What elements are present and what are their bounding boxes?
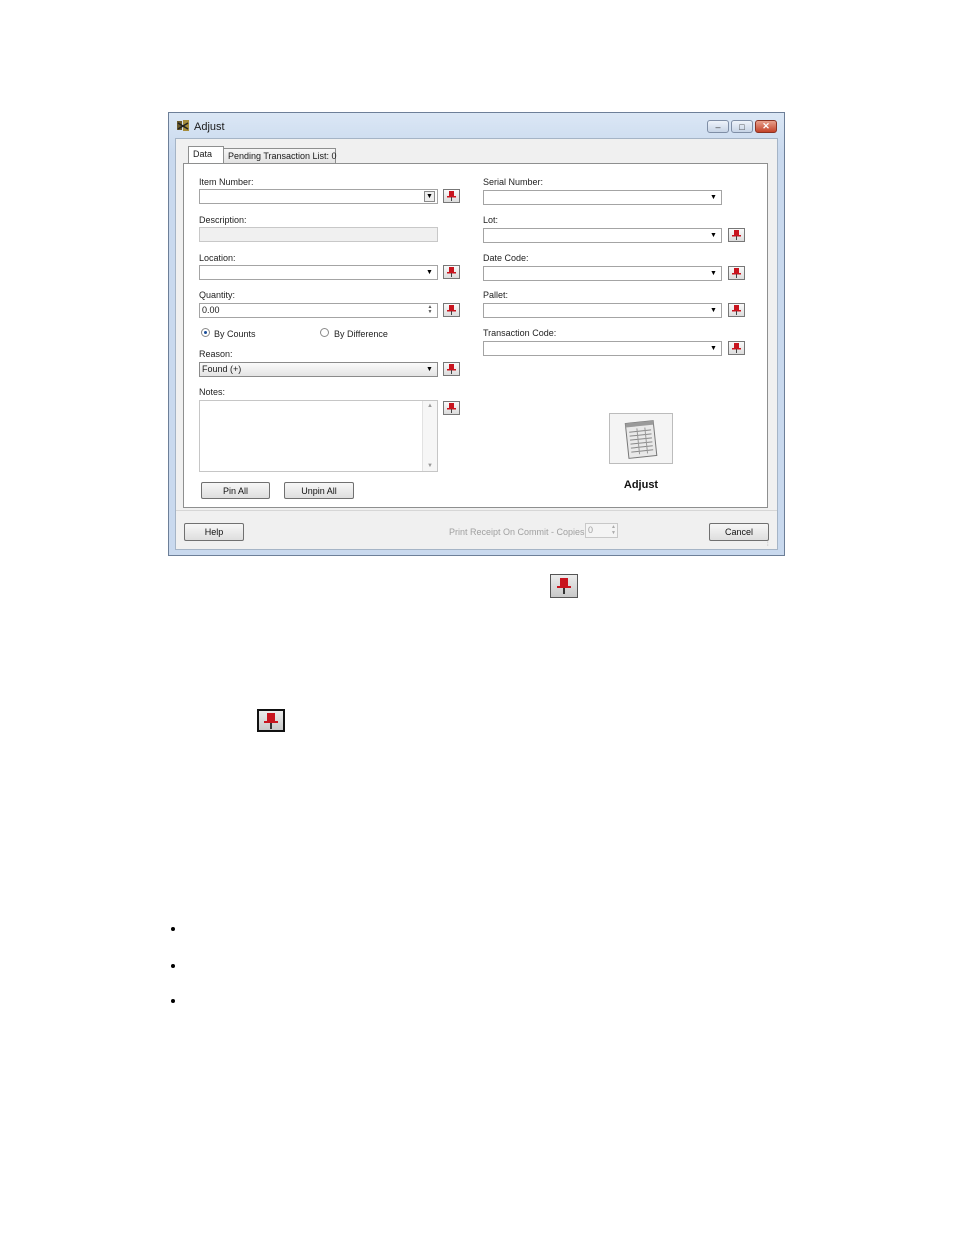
by-difference-radio[interactable]: [320, 328, 329, 337]
spin-icon[interactable]: ▲ ▼: [611, 524, 616, 536]
pallet-combo[interactable]: ▼: [483, 303, 722, 318]
serial-number-label: Serial Number:: [483, 177, 544, 187]
pin-icon: [257, 709, 285, 732]
reason-label: Reason:: [199, 349, 233, 359]
adjust-button[interactable]: [609, 413, 673, 464]
title-bar[interactable]: Adjust – □ ✕: [169, 113, 784, 139]
help-button[interactable]: Help: [184, 523, 244, 541]
transaction-code-combo[interactable]: ▼: [483, 341, 722, 356]
chevron-down-icon[interactable]: ▼: [708, 343, 719, 354]
pin-lot-button[interactable]: [728, 228, 745, 242]
quantity-value: 0.00: [202, 305, 220, 315]
help-label: Help: [204, 527, 224, 537]
scroll-up-icon[interactable]: ▲: [427, 403, 433, 409]
close-icon: ✕: [762, 121, 770, 131]
by-counts-label: By Counts: [214, 329, 256, 339]
lot-combo[interactable]: ▼: [483, 228, 722, 243]
pin-icon: [447, 191, 456, 201]
cancel-label: Cancel: [724, 527, 753, 537]
pin-icon: [447, 305, 456, 315]
date-code-combo[interactable]: ▼: [483, 266, 722, 281]
description-label: Description:: [199, 215, 247, 225]
pin-transaction-code-button[interactable]: [728, 341, 745, 355]
transaction-code-label: Transaction Code:: [483, 328, 557, 338]
window-title: Adjust: [194, 121, 225, 133]
pin-all-button[interactable]: Pin All: [201, 482, 270, 499]
date-code-label: Date Code:: [483, 253, 529, 263]
pin-icon: [732, 305, 741, 315]
list-bullet: [171, 999, 175, 1003]
tab-data[interactable]: Data: [188, 146, 224, 163]
list-bullet: [171, 927, 175, 931]
notes-label: Notes:: [199, 387, 226, 397]
pin-icon: [550, 574, 578, 598]
ledger-icon: [624, 419, 658, 459]
reason-value: Found (+): [202, 364, 242, 374]
item-number-combo[interactable]: ▼: [199, 189, 438, 204]
spin-icon[interactable]: ▲ ▼: [425, 305, 435, 316]
by-counts-radio[interactable]: [201, 328, 210, 337]
chevron-down-icon[interactable]: ▼: [708, 230, 719, 241]
pin-icon: [732, 268, 741, 278]
chevron-down-icon[interactable]: ▼: [424, 364, 435, 375]
minimize-icon: –: [715, 121, 721, 132]
pin-all-label: Pin All: [222, 485, 248, 496]
list-bullet: [171, 964, 175, 968]
pin-reason-button[interactable]: [443, 362, 460, 376]
notes-scrollbar[interactable]: ▲ ▼: [422, 401, 437, 471]
by-difference-label: By Difference: [334, 329, 388, 339]
dialog-footer: Help Print Receipt On Commit - Copies: 0…: [176, 510, 777, 550]
pin-notes-button[interactable]: [443, 401, 460, 415]
data-tab-panel: Item Number: ▼ Description: Location: ▼ …: [183, 163, 768, 508]
pin-icon: [447, 403, 456, 413]
quantity-label: Quantity:: [199, 290, 236, 300]
chevron-down-icon[interactable]: ▼: [424, 267, 435, 278]
unpin-all-button[interactable]: Unpin All: [284, 482, 354, 499]
pin-location-button[interactable]: [443, 265, 460, 279]
copies-value: 0: [588, 525, 594, 535]
chevron-down-icon[interactable]: ▼: [708, 305, 719, 316]
footer-divider: [176, 510, 777, 511]
minimize-button[interactable]: –: [707, 120, 729, 133]
item-number-label: Item Number:: [199, 177, 254, 187]
app-icon: [176, 119, 190, 133]
description-field: [199, 227, 438, 242]
maximize-button[interactable]: □: [731, 120, 753, 133]
chevron-down-icon[interactable]: ▼: [424, 191, 435, 202]
tab-pending-label: Pending Transaction List: 0: [228, 151, 337, 161]
pin-date-code-button[interactable]: [728, 266, 745, 280]
pin-pallet-button[interactable]: [728, 303, 745, 317]
copies-stepper[interactable]: 0 ▲ ▼: [585, 523, 618, 538]
tab-data-label: Data: [193, 149, 213, 159]
close-button[interactable]: ✕: [755, 120, 777, 133]
serial-number-combo[interactable]: ▼: [483, 190, 722, 205]
chevron-down-icon[interactable]: ▼: [708, 192, 719, 203]
client-area: Data Pending Transaction List: 0 Item Nu…: [175, 138, 778, 550]
resize-grip-icon[interactable]: ⁞: [767, 542, 769, 548]
reason-select[interactable]: Found (+) ▼: [199, 362, 438, 377]
adjust-label: Adjust: [623, 479, 659, 491]
pin-icon: [447, 364, 456, 374]
tab-pending-transaction-list[interactable]: Pending Transaction List: 0: [223, 148, 337, 163]
adjust-window: Adjust – □ ✕ Data Pending Transaction Li…: [168, 112, 785, 556]
pin-quantity-button[interactable]: [443, 303, 460, 317]
pin-icon: [732, 343, 741, 353]
quantity-stepper[interactable]: 0.00 ▲ ▼: [199, 303, 438, 318]
scroll-down-icon[interactable]: ▼: [427, 463, 433, 469]
location-combo[interactable]: ▼: [199, 265, 438, 280]
lot-label: Lot:: [483, 215, 499, 225]
unpin-all-label: Unpin All: [301, 485, 337, 496]
location-label: Location:: [199, 253, 236, 263]
pin-item-number-button[interactable]: [443, 189, 460, 203]
chevron-down-icon[interactable]: ▼: [708, 268, 719, 279]
pallet-label: Pallet:: [483, 290, 509, 300]
cancel-button[interactable]: Cancel: [709, 523, 769, 541]
maximize-icon: □: [739, 121, 745, 132]
pin-icon: [447, 267, 456, 277]
pin-icon: [732, 230, 741, 240]
print-receipt-label: Print Receipt On Commit - Copies:: [449, 527, 588, 537]
notes-textarea[interactable]: ▲ ▼: [199, 400, 438, 472]
